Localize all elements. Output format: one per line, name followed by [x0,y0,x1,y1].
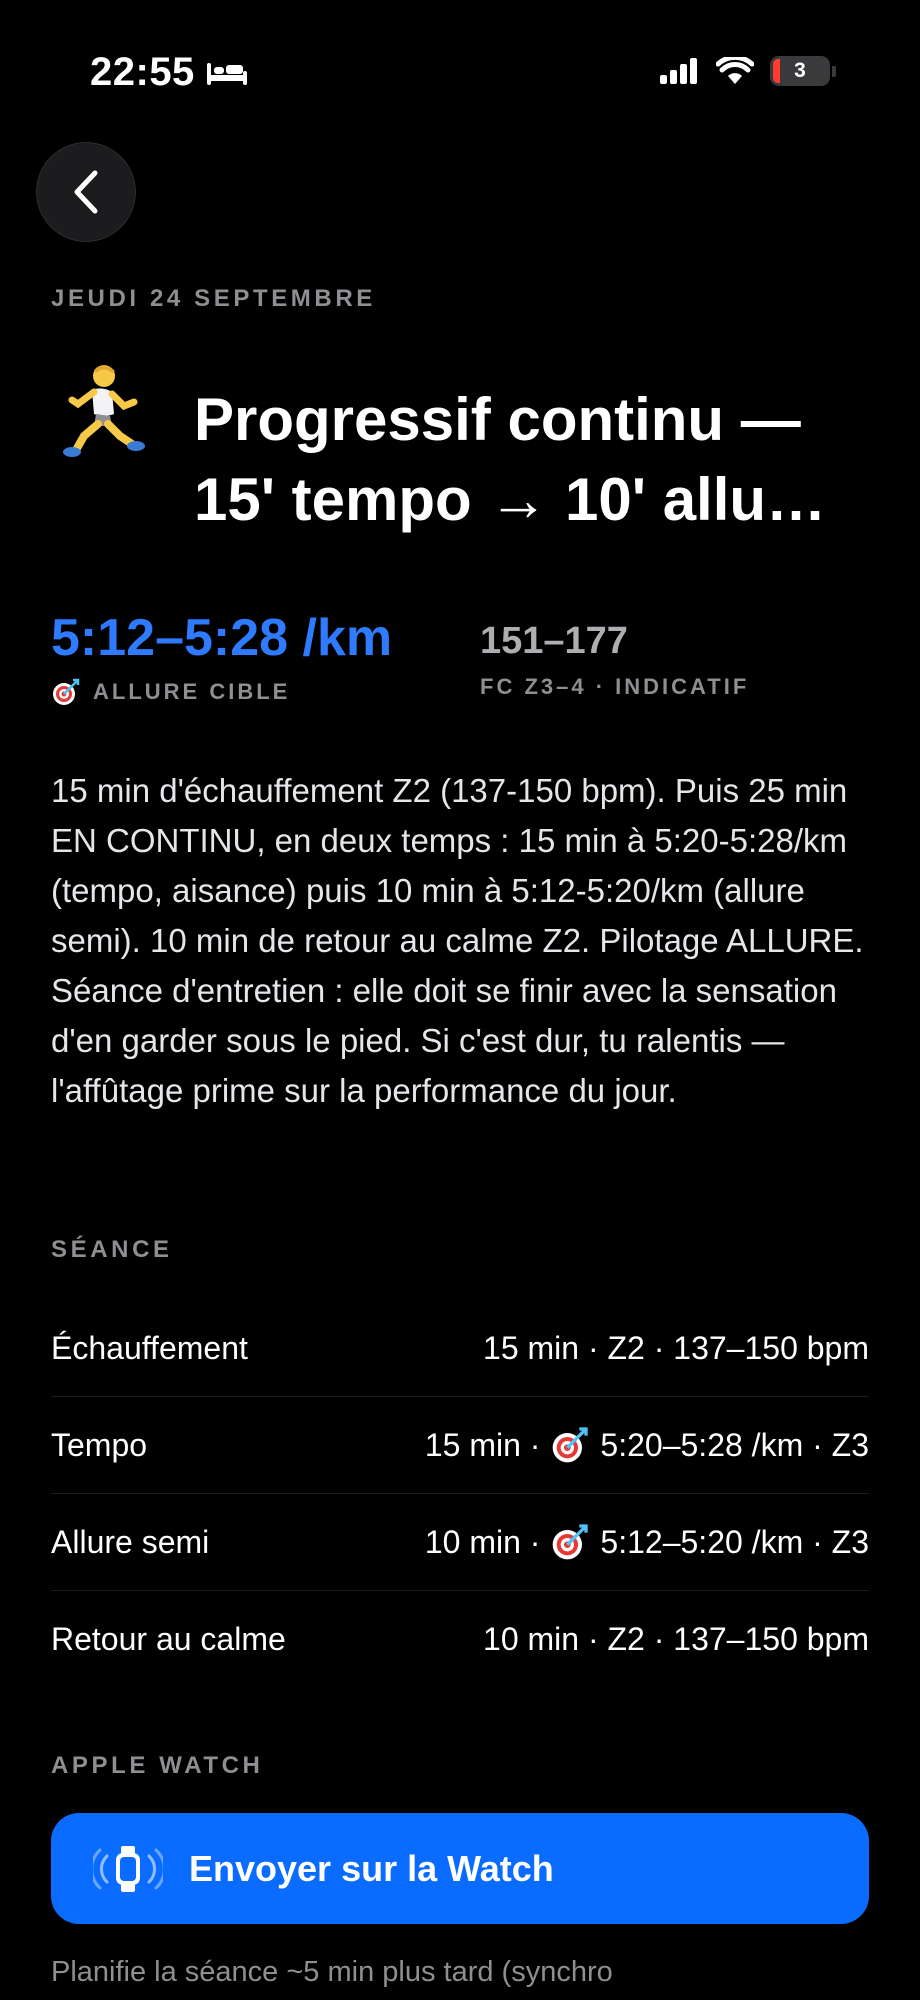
session-row-half-pace: Allure semi 10 min · 5:12–5:20 /km · Z3 [51,1494,869,1591]
target-icon [553,1524,589,1560]
target-heart-rate: 151–177 [480,620,628,662]
session-row-value: 15 min · Z2 · 137–150 bpm [483,1329,869,1366]
session-rows: Échauffement 15 min · Z2 · 137–150 bpm T… [51,1300,869,1687]
battery-level: 3 [794,59,806,82]
runner-icon [54,362,146,463]
back-button[interactable] [36,142,136,242]
target-icon [553,1427,589,1463]
apple-watch-icon [93,1845,163,1892]
session-row-value: 10 min · 5:12–5:20 /km · Z3 [425,1522,869,1562]
session-row-value: 15 min · 5:20–5:28 /km · Z3 [425,1425,869,1465]
session-row-name: Retour au calme [51,1620,286,1657]
workout-title-line1: Progressif continu — [194,386,801,453]
session-row-tempo: Tempo 15 min · 5:20–5:28 /km · Z3 [51,1397,869,1494]
session-row-pace: 5:20–5:28 /km · Z3 [600,1426,869,1463]
session-row-name: Tempo [51,1426,148,1463]
target-heart-rate-label: FC Z3–4 · INDICATIF [480,674,750,699]
session-date: JEUDI 24 SEPTEMBRE [51,285,376,312]
session-row-name: Échauffement [51,1329,248,1366]
workout-title-line2: 15' tempo → 10' allu… [194,466,827,533]
wifi-icon [716,57,754,84]
session-row-duration: 15 min · [424,1426,541,1463]
session-row-cooldown: Retour au calme 10 min · Z2 · 137–150 bp… [51,1591,869,1687]
target-pace-label-text: ALLURE CIBLE [93,679,291,704]
workout-description: 15 min d'échauffement Z2 (137-150 bpm). … [51,772,864,1109]
session-row-value: 10 min · Z2 · 137–150 bpm [483,1620,869,1657]
target-pace: 5:12–5:28 /km [51,609,393,667]
watch-section-label: APPLE WATCH [51,1752,264,1779]
send-to-watch-label: Envoyer sur la Watch [189,1847,554,1889]
battery-indicator: 3 [770,56,830,86]
watch-footnote: Planifie la séance ~5 min plus tard (syn… [51,1956,613,1988]
sleep-bed-icon [206,62,247,85]
status-time-text: 22:55 [90,50,195,94]
cellular-signal-icon [660,58,697,84]
target-icon [53,678,80,705]
session-row-warmup: Échauffement 15 min · Z2 · 137–150 bpm [51,1300,869,1397]
chevron-left-icon [74,170,98,214]
target-pace-label: ALLURE CIBLE [51,677,290,707]
session-row-pace: 5:12–5:20 /km · Z3 [600,1523,869,1560]
session-section-label: SÉANCE [51,1236,173,1263]
workout-title: Progressif continu — 15' tempo → 10' all… [194,380,884,540]
session-row-name: Allure semi [51,1523,210,1560]
status-indicators: 3 [660,56,836,86]
send-to-watch-button[interactable]: Envoyer sur la Watch [51,1813,869,1924]
session-row-duration: 10 min · [424,1523,541,1560]
status-time: 22:55 [90,50,249,95]
